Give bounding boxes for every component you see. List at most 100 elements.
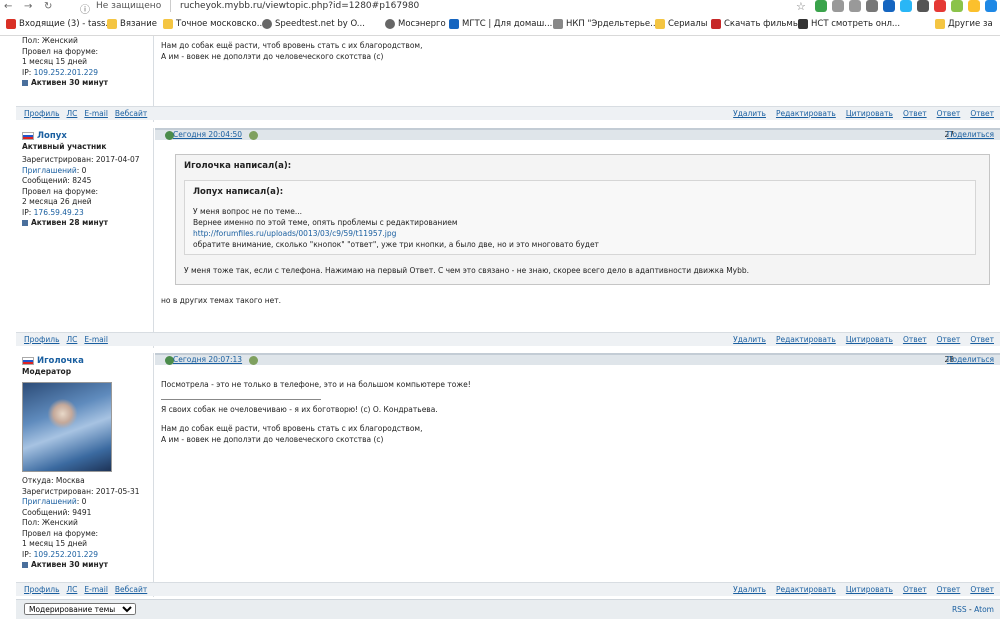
reply-link[interactable]: Ответ xyxy=(937,585,961,594)
forward-icon[interactable]: → xyxy=(24,1,32,12)
pm-link[interactable]: ЛС xyxy=(67,585,78,594)
moderation-select[interactable]: Модерирование темы xyxy=(24,603,136,615)
quote-link[interactable]: Цитировать xyxy=(846,335,893,344)
post-header: Сегодня 20:04:50 27 Поделиться xyxy=(155,128,1000,140)
invites-row: Приглашений: 0 xyxy=(22,166,153,177)
topic-bottom-bar: Модерирование темы RSS - Atom xyxy=(16,599,1000,619)
bookmark-item[interactable]: Входящие (3) - tass... xyxy=(6,19,114,29)
reply-link[interactable]: Ответ xyxy=(937,335,961,344)
quote-link[interactable]: Цитировать xyxy=(846,109,893,118)
address-bar-row: ← → ↻ ⓘ Не защищено rucheyok.mybb.ru/vie… xyxy=(0,0,1000,16)
bookmark-item[interactable]: Вязание xyxy=(107,19,157,29)
edit-link[interactable]: Редактировать xyxy=(776,335,836,344)
profile-link[interactable]: Профиль xyxy=(24,109,60,118)
reputation-icon[interactable] xyxy=(249,131,258,140)
status-icon xyxy=(22,80,28,87)
reputation-icon[interactable] xyxy=(249,356,258,365)
globe-icon xyxy=(262,19,272,29)
quote-header: Иголочка написал(а): xyxy=(184,161,292,171)
ip-link[interactable]: 176.59.49.23 xyxy=(34,208,84,217)
post-footer: Профиль ЛС E-mail Вебсайт Удалить Редакт… xyxy=(16,106,1000,120)
profile-links: Профиль ЛС E-mail xyxy=(24,335,108,344)
quote-line: обратите внимание, сколько "кнопок" "отв… xyxy=(193,240,599,249)
website-link[interactable]: Вебсайт xyxy=(115,585,147,594)
info-icon[interactable]: ⓘ xyxy=(80,1,90,16)
email-link[interactable]: E-mail xyxy=(84,585,108,594)
username[interactable]: Иголочка xyxy=(22,356,153,367)
bookmark-item[interactable]: Мосэнерго xyxy=(385,19,446,29)
extension-icon[interactable] xyxy=(917,0,929,12)
reply-link[interactable]: Ответ xyxy=(970,585,994,594)
bookmark-item[interactable]: Точное московско... xyxy=(163,19,265,29)
extension-icon[interactable] xyxy=(815,0,827,12)
username[interactable]: Лопух xyxy=(22,131,153,142)
email-link[interactable]: E-mail xyxy=(84,335,108,344)
extension-icon[interactable] xyxy=(849,0,861,12)
bookmark-label: Скачать фильмы xyxy=(724,19,800,29)
edit-link[interactable]: Редактировать xyxy=(776,585,836,594)
active-status: Активен 30 минут xyxy=(22,560,153,571)
pm-link[interactable]: ЛС xyxy=(67,109,78,118)
atom-link[interactable]: Atom xyxy=(974,605,994,614)
post-date-link[interactable]: Сегодня 20:07:13 xyxy=(173,355,242,364)
folder-icon xyxy=(163,19,173,29)
bookmark-item[interactable]: НСТ смотреть онл... xyxy=(798,19,900,29)
reload-icon[interactable]: ↻ xyxy=(44,1,52,12)
bookmark-item[interactable]: Другие за xyxy=(935,19,993,29)
reply-link[interactable]: Ответ xyxy=(970,109,994,118)
post-text: Посмотрела - это не только в телефоне, э… xyxy=(161,380,471,389)
share-link[interactable]: Поделиться xyxy=(947,355,994,364)
pm-link[interactable]: ЛС xyxy=(67,335,78,344)
website-link[interactable]: Вебсайт xyxy=(115,109,147,118)
folder-icon xyxy=(935,19,945,29)
bookmark-item[interactable]: МГТС | Для домаш... xyxy=(449,19,552,29)
bookmark-label: Speedtest.net by O... xyxy=(275,19,365,29)
extension-icon[interactable] xyxy=(883,0,895,12)
reply-link[interactable]: Ответ xyxy=(937,109,961,118)
quote-link[interactable]: Цитировать xyxy=(846,585,893,594)
extension-icon[interactable] xyxy=(951,0,963,12)
active-status: Активен 28 минут xyxy=(22,218,153,229)
post-actions: Удалить Редактировать Цитировать Ответ О… xyxy=(733,335,994,344)
reply-link[interactable]: Ответ xyxy=(970,335,994,344)
signature-line: Нам до собак ещё расти, чтоб вровень ста… xyxy=(161,41,423,50)
delete-link[interactable]: Удалить xyxy=(733,585,766,594)
extension-icon[interactable] xyxy=(934,0,946,12)
extension-icon[interactable] xyxy=(968,0,980,12)
rss-link[interactable]: RSS xyxy=(952,605,967,614)
active-text: Активен 30 минут xyxy=(31,78,108,87)
profile-link[interactable]: Профиль xyxy=(24,585,60,594)
share-link[interactable]: Поделиться xyxy=(947,130,994,139)
delete-link[interactable]: Удалить xyxy=(733,109,766,118)
profile-links: Профиль ЛС E-mail Вебсайт xyxy=(24,585,147,594)
url-field[interactable]: rucheyok.mybb.ru/viewtopic.php?id=1280#p… xyxy=(180,1,419,11)
invites-link[interactable]: Приглашений xyxy=(22,166,77,175)
delete-link[interactable]: Удалить xyxy=(733,335,766,344)
edit-link[interactable]: Редактировать xyxy=(776,109,836,118)
profile-link[interactable]: Профиль xyxy=(24,335,60,344)
forum-time: 1 месяц 15 дней xyxy=(22,539,88,548)
reply-link[interactable]: Ответ xyxy=(903,335,927,344)
ip-row: IP: 109.252.201.229 xyxy=(22,550,153,561)
post-27: Лопух Активный участник Зарегистрирован:… xyxy=(16,128,1000,348)
bookmark-item[interactable]: Speedtest.net by O... xyxy=(262,19,365,29)
extension-icon[interactable] xyxy=(900,0,912,12)
extension-icon[interactable] xyxy=(832,0,844,12)
extension-icon[interactable] xyxy=(866,0,878,12)
extension-icon[interactable] xyxy=(985,0,997,12)
ip-link[interactable]: 109.252.201.229 xyxy=(34,68,98,77)
image-link[interactable]: http://forumfiles.ru/uploads/0013/03/c9/… xyxy=(193,229,396,238)
invites-link[interactable]: Приглашений xyxy=(22,497,77,506)
ip-link[interactable]: 109.252.201.229 xyxy=(34,550,98,559)
star-icon[interactable]: ☆ xyxy=(796,0,806,13)
bookmark-item[interactable]: Сериалы xyxy=(655,19,707,29)
reply-link[interactable]: Ответ xyxy=(903,109,927,118)
active-status: Активен 30 минут xyxy=(22,78,153,89)
post-date-link[interactable]: Сегодня 20:04:50 xyxy=(173,130,242,139)
registered: Зарегистрирован: 2017-04-07 xyxy=(22,155,140,164)
email-link[interactable]: E-mail xyxy=(84,109,108,118)
bookmark-item[interactable]: Скачать фильмы xyxy=(711,19,800,29)
bookmark-item[interactable]: НКП "Эрдельтерье... xyxy=(553,19,658,29)
back-icon[interactable]: ← xyxy=(4,1,12,12)
reply-link[interactable]: Ответ xyxy=(903,585,927,594)
